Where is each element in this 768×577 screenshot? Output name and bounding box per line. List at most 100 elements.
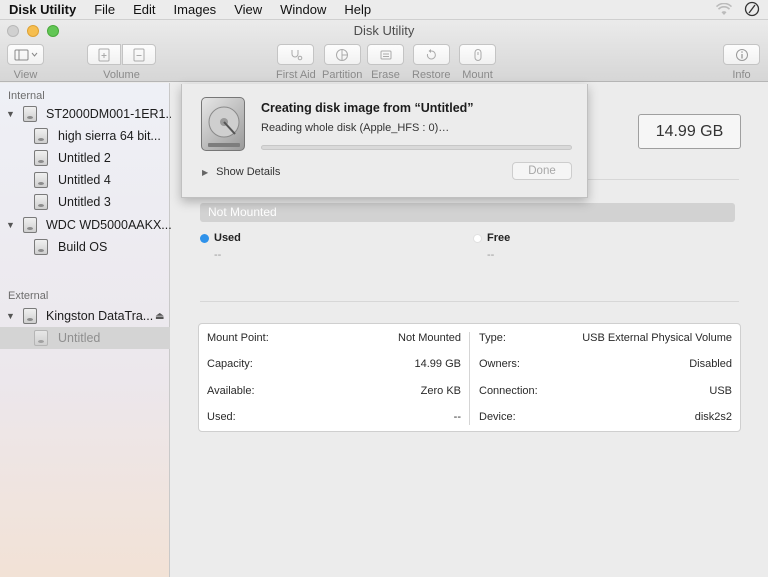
- done-button[interactable]: Done: [512, 162, 572, 180]
- hard-disk-platter-icon: [208, 106, 240, 147]
- toolbar-first-aid: First Aid: [276, 44, 316, 81]
- type-key: Type:: [479, 332, 506, 344]
- sidebar-item-high-sierra[interactable]: high sierra 64 bit...: [0, 125, 170, 147]
- external-disk-icon: [23, 308, 37, 324]
- eject-icon[interactable]: ⏏: [155, 311, 164, 322]
- used-label: Used: [214, 232, 241, 244]
- show-details-toggle[interactable]: ▶ Show Details: [202, 166, 280, 178]
- menu-images[interactable]: Images: [174, 2, 217, 17]
- mount-button[interactable]: [459, 44, 496, 65]
- sidebar-section-internal: Internal: [8, 90, 45, 102]
- sidebar-item-untitled[interactable]: Untitled: [0, 327, 170, 349]
- info-icon: [735, 48, 748, 61]
- partition-label: Partition: [322, 69, 363, 81]
- toolbar-mount: Mount: [459, 44, 496, 81]
- internal-disk-icon: [23, 106, 37, 122]
- remove-volume-icon: [133, 48, 145, 61]
- erase-icon: [380, 50, 391, 59]
- mount-icon: [474, 48, 481, 61]
- sidebar-item-wdc[interactable]: ▼ WDC WD5000AAKX...: [0, 214, 172, 236]
- show-details-label: Show Details: [216, 166, 281, 178]
- sidebar-item-label: WDC WD5000AAKX...: [46, 218, 172, 232]
- connection-key: Connection:: [479, 385, 538, 397]
- add-volume-button[interactable]: [87, 44, 121, 65]
- restore-button[interactable]: [412, 44, 450, 65]
- sidebar-item-st2000[interactable]: ▼ ST2000DM001-1ER1...: [0, 103, 176, 125]
- sidebar-item-label: Kingston DataTra...: [46, 309, 154, 323]
- usage-bar: Not Mounted: [200, 203, 735, 222]
- menu-edit[interactable]: Edit: [133, 2, 155, 17]
- partition-pie-icon: [336, 48, 349, 61]
- divider: [200, 301, 739, 302]
- capacity-key: Capacity:: [207, 358, 253, 370]
- sheet-title: Creating disk image from “Untitled”: [261, 101, 474, 115]
- volume-button-group: [87, 44, 156, 65]
- progress-bar: [261, 145, 572, 150]
- volume-icon: [34, 330, 48, 346]
- menubar: Disk Utility File Edit Images View Windo…: [0, 0, 768, 20]
- sidebar-item-untitled-2[interactable]: Untitled 2: [0, 147, 170, 169]
- mount-point-key: Mount Point:: [207, 332, 269, 344]
- sidebar-item-label: Untitled 2: [58, 151, 111, 165]
- sidebar-item-label: Build OS: [58, 240, 108, 254]
- mount-point-value: Not Mounted: [398, 332, 461, 344]
- menu-help[interactable]: Help: [344, 2, 371, 17]
- internal-disk-icon: [23, 217, 37, 233]
- volume-icon: [34, 239, 48, 255]
- info-table: Mount Point: Not Mounted Type: USB Exter…: [198, 323, 741, 432]
- time-machine-icon[interactable]: [744, 1, 760, 17]
- capacity-box: 14.99 GB: [638, 114, 741, 149]
- menu-window[interactable]: Window: [280, 2, 326, 17]
- disclosure-triangle-icon: ▶: [202, 167, 209, 177]
- view-button[interactable]: [7, 44, 44, 65]
- titlebar: Disk Utility View Volume First Aid Parti…: [0, 20, 768, 82]
- sidebar-item-label: Untitled: [58, 331, 101, 345]
- free-value: --: [487, 249, 495, 261]
- device-key: Device:: [479, 411, 516, 423]
- capacity-value: 14.99 GB: [414, 358, 461, 370]
- disclosure-triangle-icon[interactable]: ▼: [6, 109, 15, 119]
- restore-label: Restore: [412, 69, 451, 81]
- erase-button[interactable]: [367, 44, 404, 65]
- connection-value: USB: [709, 385, 732, 397]
- toolbar-info: Info: [723, 44, 760, 81]
- volume-label: Volume: [103, 69, 140, 81]
- first-aid-button[interactable]: [277, 44, 315, 65]
- volume-icon: [34, 150, 48, 166]
- remove-volume-button[interactable]: [122, 44, 156, 65]
- info-label: Info: [732, 69, 751, 81]
- create-image-sheet: Creating disk image from “Untitled” Read…: [181, 84, 588, 198]
- sidebar-item-untitled-4[interactable]: Untitled 4: [0, 169, 170, 191]
- toolbar-view: View: [7, 44, 44, 81]
- menu-view[interactable]: View: [234, 2, 262, 17]
- hard-disk-icon: [201, 97, 245, 151]
- sidebar-item-untitled-3[interactable]: Untitled 3: [0, 191, 170, 213]
- mount-label: Mount: [462, 69, 493, 81]
- legend-free: Free: [473, 232, 510, 244]
- volume-icon: [34, 172, 48, 188]
- used-info-value: --: [453, 411, 461, 423]
- sheet-status: Reading whole disk (Apple_HFS : 0)…: [261, 122, 450, 134]
- sidebar-item-label: Untitled 4: [58, 173, 111, 187]
- toolbar-partition: Partition: [322, 44, 362, 81]
- owners-key: Owners:: [479, 358, 520, 370]
- disclosure-triangle-icon[interactable]: ▼: [6, 311, 15, 321]
- type-value: USB External Physical Volume: [582, 332, 732, 344]
- free-dot: [473, 233, 482, 243]
- erase-label: Erase: [371, 69, 400, 81]
- used-dot: [200, 233, 209, 243]
- device-value: disk2s2: [694, 411, 732, 423]
- stethoscope-icon: [291, 49, 303, 60]
- info-row: Capacity: 14.99 GB Owners: Disabled: [199, 358, 742, 372]
- disclosure-triangle-icon[interactable]: ▼: [6, 220, 15, 230]
- restore-arrow-icon: [427, 48, 437, 59]
- legend-used: Used: [200, 232, 241, 244]
- partition-button[interactable]: [323, 44, 361, 65]
- used-value: --: [214, 249, 222, 261]
- wifi-icon[interactable]: [716, 2, 732, 16]
- sidebar-item-build-os[interactable]: Build OS: [0, 236, 170, 258]
- menu-app-name[interactable]: Disk Utility: [9, 2, 76, 17]
- sidebar-item-kingston[interactable]: ▼ Kingston DataTra... ⏏: [0, 305, 170, 327]
- menu-file[interactable]: File: [94, 2, 115, 17]
- info-button[interactable]: [723, 44, 760, 65]
